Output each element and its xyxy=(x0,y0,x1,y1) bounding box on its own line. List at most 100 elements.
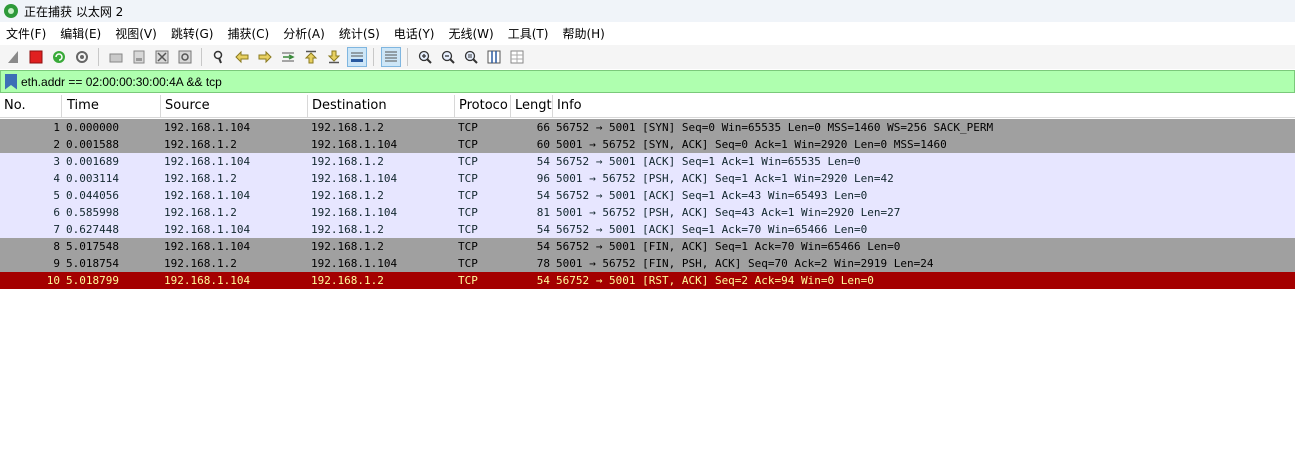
save-file-icon[interactable] xyxy=(129,47,149,67)
cell-time: 0.585998 xyxy=(66,206,119,219)
cell-no: 7 xyxy=(53,223,60,236)
cell-source: 192.168.1.104 xyxy=(164,121,251,134)
cell-destination: 192.168.1.104 xyxy=(311,206,398,219)
cell-protocol: TCP xyxy=(458,121,478,134)
table-row[interactable]: 7 0.627448 192.168.1.104 192.168.1.2 TCP 54 56… xyxy=(0,221,1295,238)
cell-time: 0.001588 xyxy=(66,138,119,151)
cell-no: 6 xyxy=(53,206,60,219)
cell-info: 56752 → 5001 [RST, ACK] Seq=2 Ack=94 Win… xyxy=(556,274,874,287)
column-header-protocol[interactable]: Protoco xyxy=(455,95,511,117)
cell-source: 192.168.1.104 xyxy=(164,189,251,202)
go-last-icon[interactable] xyxy=(324,47,344,67)
reload-icon[interactable] xyxy=(175,47,195,67)
packet-list-header: No. Time Source Destination Protoco Leng… xyxy=(0,95,1295,118)
column-header-destination[interactable]: Destination xyxy=(308,95,455,117)
layout-icon[interactable] xyxy=(507,47,527,67)
go-back-icon[interactable] xyxy=(232,47,252,67)
resize-columns-icon[interactable] xyxy=(484,47,504,67)
cell-time: 5.018754 xyxy=(66,257,119,270)
menu-edit[interactable]: 编辑(E) xyxy=(54,25,109,42)
table-row[interactable]: 6 0.585998 192.168.1.2 192.168.1.104 TCP 81 50… xyxy=(0,204,1295,221)
autoscroll-icon[interactable] xyxy=(347,47,367,67)
cell-no: 10 xyxy=(46,274,60,287)
table-row[interactable]: 10 5.018799 192.168.1.104 192.168.1.2 TCP 54 5… xyxy=(0,272,1295,289)
cell-time: 0.001689 xyxy=(66,155,119,168)
bookmark-icon[interactable] xyxy=(5,73,17,90)
shark-fin-icon[interactable] xyxy=(3,47,23,67)
table-row[interactable]: 4 0.003114 192.168.1.2 192.168.1.104 TCP 96 50… xyxy=(0,170,1295,187)
menu-go[interactable]: 跳转(G) xyxy=(165,25,222,42)
packet-list: 1 0.000000 192.168.1.104 192.168.1.2 TCP 66 56… xyxy=(0,119,1295,289)
table-row[interactable]: 9 5.018754 192.168.1.2 192.168.1.104 TCP 78 50… xyxy=(0,255,1295,272)
table-row[interactable]: 8 5.017548 192.168.1.104 192.168.1.2 TCP 54 56… xyxy=(0,238,1295,255)
cell-destination: 192.168.1.2 xyxy=(311,223,384,236)
cell-length: 54 xyxy=(536,155,550,168)
toolbar-separator xyxy=(201,48,202,66)
zoom-in-icon[interactable] xyxy=(415,47,435,67)
column-header-source[interactable]: Source xyxy=(161,95,308,117)
go-forward-icon[interactable] xyxy=(255,47,275,67)
cell-destination: 192.168.1.104 xyxy=(311,257,398,270)
cell-protocol: TCP xyxy=(458,223,478,236)
close-file-icon[interactable] xyxy=(152,47,172,67)
wireshark-app-icon xyxy=(4,4,18,18)
cell-no: 5 xyxy=(53,189,60,202)
go-to-packet-icon[interactable] xyxy=(278,47,298,67)
find-icon[interactable] xyxy=(209,47,229,67)
cell-length: 81 xyxy=(536,206,550,219)
main-toolbar xyxy=(0,45,1295,69)
cell-source: 192.168.1.2 xyxy=(164,257,237,270)
table-row[interactable]: 2 0.001588 192.168.1.2 192.168.1.104 TCP 60 50… xyxy=(0,136,1295,153)
menu-telephony[interactable]: 电话(Y) xyxy=(388,25,443,42)
menu-tools[interactable]: 工具(T) xyxy=(502,25,557,42)
stop-icon[interactable] xyxy=(26,47,46,67)
menu-help[interactable]: 帮助(H) xyxy=(556,25,612,42)
cell-source: 192.168.1.104 xyxy=(164,240,251,253)
restart-icon[interactable] xyxy=(49,47,69,67)
cell-source: 192.168.1.104 xyxy=(164,155,251,168)
go-first-icon[interactable] xyxy=(301,47,321,67)
column-header-time[interactable]: Time xyxy=(63,95,161,117)
menu-statistics[interactable]: 统计(S) xyxy=(333,25,388,42)
options-gear-icon[interactable] xyxy=(72,47,92,67)
cell-protocol: TCP xyxy=(458,155,478,168)
menu-wireless[interactable]: 无线(W) xyxy=(443,25,502,42)
title-bar: 正在捕获 以太网 2 xyxy=(0,0,1295,22)
cell-time: 0.627448 xyxy=(66,223,119,236)
toolbar-separator xyxy=(373,48,374,66)
zoom-out-icon[interactable] xyxy=(438,47,458,67)
menu-file[interactable]: 文件(F) xyxy=(0,25,54,42)
table-row[interactable]: 3 0.001689 192.168.1.104 192.168.1.2 TCP 54 56… xyxy=(0,153,1295,170)
cell-source: 192.168.1.2 xyxy=(164,172,237,185)
display-filter-input[interactable]: eth.addr == 02:00:00:30:00:4A && tcp xyxy=(21,75,222,89)
column-header-no[interactable]: No. xyxy=(0,95,62,117)
cell-protocol: TCP xyxy=(458,206,478,219)
cell-destination: 192.168.1.2 xyxy=(311,240,384,253)
cell-no: 3 xyxy=(53,155,60,168)
cell-length: 78 xyxy=(536,257,550,270)
cell-protocol: TCP xyxy=(458,240,478,253)
open-file-icon[interactable] xyxy=(106,47,126,67)
cell-info: 56752 → 5001 [ACK] Seq=1 Ack=70 Win=6546… xyxy=(556,223,868,236)
cell-no: 9 xyxy=(53,257,60,270)
menu-view[interactable]: 视图(V) xyxy=(109,25,165,42)
cell-length: 54 xyxy=(536,240,550,253)
toolbar-separator xyxy=(407,48,408,66)
cell-source: 192.168.1.104 xyxy=(164,274,251,287)
cell-protocol: TCP xyxy=(458,138,478,151)
display-filter-bar[interactable]: eth.addr == 02:00:00:30:00:4A && tcp xyxy=(0,70,1295,93)
cell-length: 96 xyxy=(536,172,550,185)
column-header-info[interactable]: Info xyxy=(553,95,1295,117)
table-row[interactable]: 1 0.000000 192.168.1.104 192.168.1.2 TCP 66 56… xyxy=(0,119,1295,136)
menu-analyze[interactable]: 分析(A) xyxy=(277,25,333,42)
colorize-icon[interactable] xyxy=(381,47,401,67)
cell-info: 5001 → 56752 [PSH, ACK] Seq=43 Ack=1 Win… xyxy=(556,206,901,219)
cell-time: 0.003114 xyxy=(66,172,119,185)
column-header-length[interactable]: Lengt xyxy=(511,95,553,117)
table-row[interactable]: 5 0.044056 192.168.1.104 192.168.1.2 TCP 54 56… xyxy=(0,187,1295,204)
zoom-normal-icon[interactable] xyxy=(461,47,481,67)
menu-capture[interactable]: 捕获(C) xyxy=(221,25,277,42)
cell-no: 8 xyxy=(53,240,60,253)
cell-info: 5001 → 56752 [FIN, PSH, ACK] Seq=70 Ack=… xyxy=(556,257,934,270)
cell-time: 5.018799 xyxy=(66,274,119,287)
